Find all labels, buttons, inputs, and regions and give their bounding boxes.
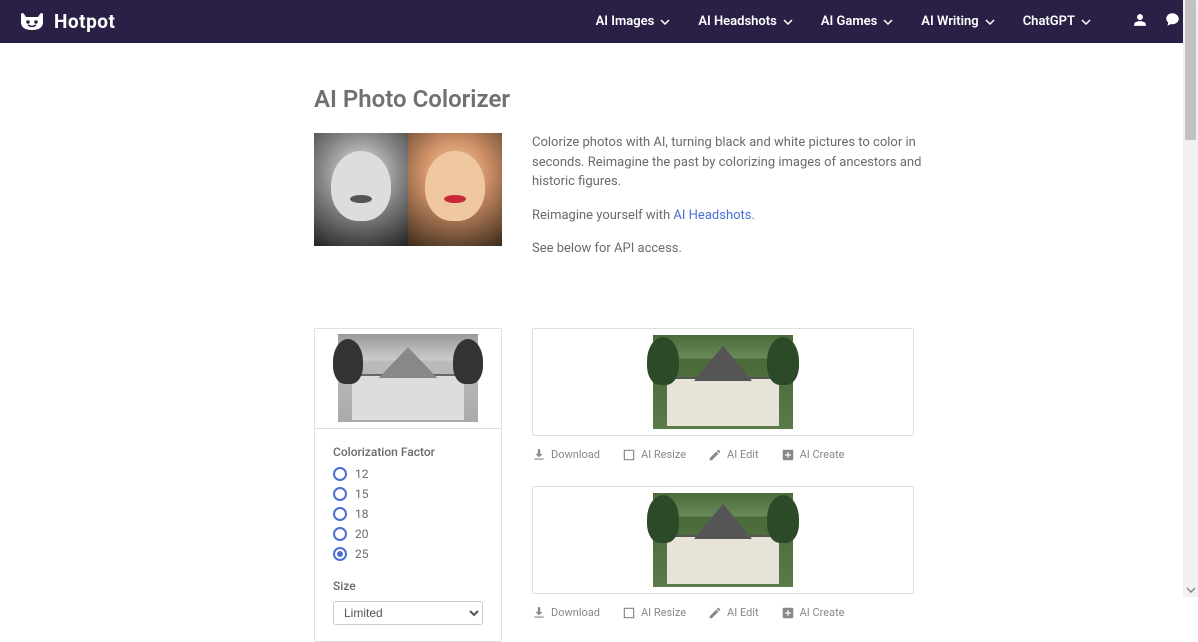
radio-icon	[333, 467, 347, 481]
ai-edit-button[interactable]: AI Edit	[708, 448, 759, 462]
intro-paragraph-1: Colorize photos with AI, turning black a…	[532, 133, 932, 192]
nav-ai-images[interactable]: AI Images	[596, 14, 671, 29]
radio-label: 18	[355, 507, 369, 521]
app-header: Hotpot AI Images AI Headshots AI Games A…	[0, 0, 1198, 43]
result-2-actions: Download AI Resize AI Edit AI Create	[532, 606, 914, 620]
intro-paragraph-3: See below for API access.	[532, 239, 932, 259]
ai-resize-button[interactable]: AI Resize	[622, 448, 686, 462]
house-bw-image	[338, 334, 478, 422]
hero-before-bw	[314, 133, 408, 246]
nav-icon-group	[1133, 12, 1180, 31]
scrollbar-thumb[interactable]	[1185, 0, 1196, 140]
intro-text: Colorize photos with AI, turning black a…	[532, 133, 932, 273]
house-color-image	[653, 335, 793, 429]
nav-ai-writing[interactable]: AI Writing	[921, 14, 994, 29]
intro-section: Colorize photos with AI, turning black a…	[314, 133, 1179, 273]
size-label: Size	[333, 579, 483, 593]
radio-icon	[333, 527, 347, 541]
ai-create-button[interactable]: AI Create	[781, 448, 845, 462]
ai-edit-button[interactable]: AI Edit	[708, 606, 759, 620]
input-image-preview[interactable]	[315, 329, 501, 429]
resize-icon	[622, 448, 636, 462]
radio-icon	[333, 507, 347, 521]
pencil-icon	[708, 606, 722, 620]
factor-radio-18[interactable]: 18	[333, 507, 483, 521]
radio-label: 12	[355, 467, 369, 481]
size-select[interactable]: Limited	[333, 601, 483, 625]
ai-headshots-link[interactable]: AI Headshots	[673, 208, 751, 223]
factor-radio-20[interactable]: 20	[333, 527, 483, 541]
hero-after-color	[408, 133, 502, 246]
factor-radio-group: 12 15 18 20 25	[333, 467, 483, 561]
factor-radio-15[interactable]: 15	[333, 487, 483, 501]
controls-panel: Colorization Factor 12 15 18 20 25 Size Limi…	[315, 429, 501, 641]
radio-label: 20	[355, 527, 369, 541]
result-image-2[interactable]	[532, 486, 914, 594]
factor-radio-12[interactable]: 12	[333, 467, 483, 481]
logo[interactable]: Hotpot	[18, 10, 115, 33]
radio-label: 25	[355, 547, 369, 561]
chevron-down-icon	[783, 19, 793, 25]
radio-icon	[333, 487, 347, 501]
workspace: Colorization Factor 12 15 18 20 25 Size Limi…	[314, 328, 1179, 642]
nav-ai-games[interactable]: AI Games	[821, 14, 893, 29]
nav-chatgpt[interactable]: ChatGPT	[1023, 14, 1091, 29]
intro-paragraph-2: Reimagine yourself with AI Headshots.	[532, 206, 932, 226]
factor-radio-25[interactable]: 25	[333, 547, 483, 561]
input-panel: Colorization Factor 12 15 18 20 25 Size Limi…	[314, 328, 502, 642]
plus-square-icon	[781, 606, 795, 620]
page-title: AI Photo Colorizer	[314, 85, 1179, 113]
radio-icon	[333, 547, 347, 561]
house-color-image	[653, 493, 793, 587]
chevron-down-icon	[985, 19, 995, 25]
pencil-icon	[708, 448, 722, 462]
logo-text: Hotpot	[54, 10, 115, 33]
radio-label: 15	[355, 487, 369, 501]
download-button[interactable]: Download	[532, 606, 600, 620]
colorization-factor-label: Colorization Factor	[333, 445, 483, 459]
result-block-1: Download AI Resize AI Edit AI Create	[532, 328, 914, 462]
chevron-down-icon	[660, 19, 670, 25]
main-nav: AI Images AI Headshots AI Games AI Writi…	[596, 12, 1180, 31]
result-1-actions: Download AI Resize AI Edit AI Create	[532, 448, 914, 462]
scrollbar[interactable]	[1183, 0, 1198, 597]
user-icon[interactable]	[1133, 12, 1147, 31]
ai-create-button[interactable]: AI Create	[781, 606, 845, 620]
hero-image	[314, 133, 502, 246]
download-icon	[532, 448, 546, 462]
chevron-down-icon	[1081, 19, 1091, 25]
hotpot-logo-icon	[18, 12, 46, 32]
result-block-2: Download AI Resize AI Edit AI Create	[532, 486, 914, 620]
resize-icon	[622, 606, 636, 620]
scrollbar-down-arrow[interactable]	[1183, 582, 1198, 597]
ai-resize-button[interactable]: AI Resize	[622, 606, 686, 620]
chat-icon[interactable]	[1165, 12, 1180, 31]
result-image-1[interactable]	[532, 328, 914, 436]
nav-ai-headshots[interactable]: AI Headshots	[698, 14, 793, 29]
download-button[interactable]: Download	[532, 448, 600, 462]
download-icon	[532, 606, 546, 620]
chevron-down-icon	[883, 19, 893, 25]
results-column: Download AI Resize AI Edit AI Create Dow…	[532, 328, 914, 620]
page-content: AI Photo Colorizer Colorize photos with …	[9, 85, 1189, 642]
plus-square-icon	[781, 448, 795, 462]
